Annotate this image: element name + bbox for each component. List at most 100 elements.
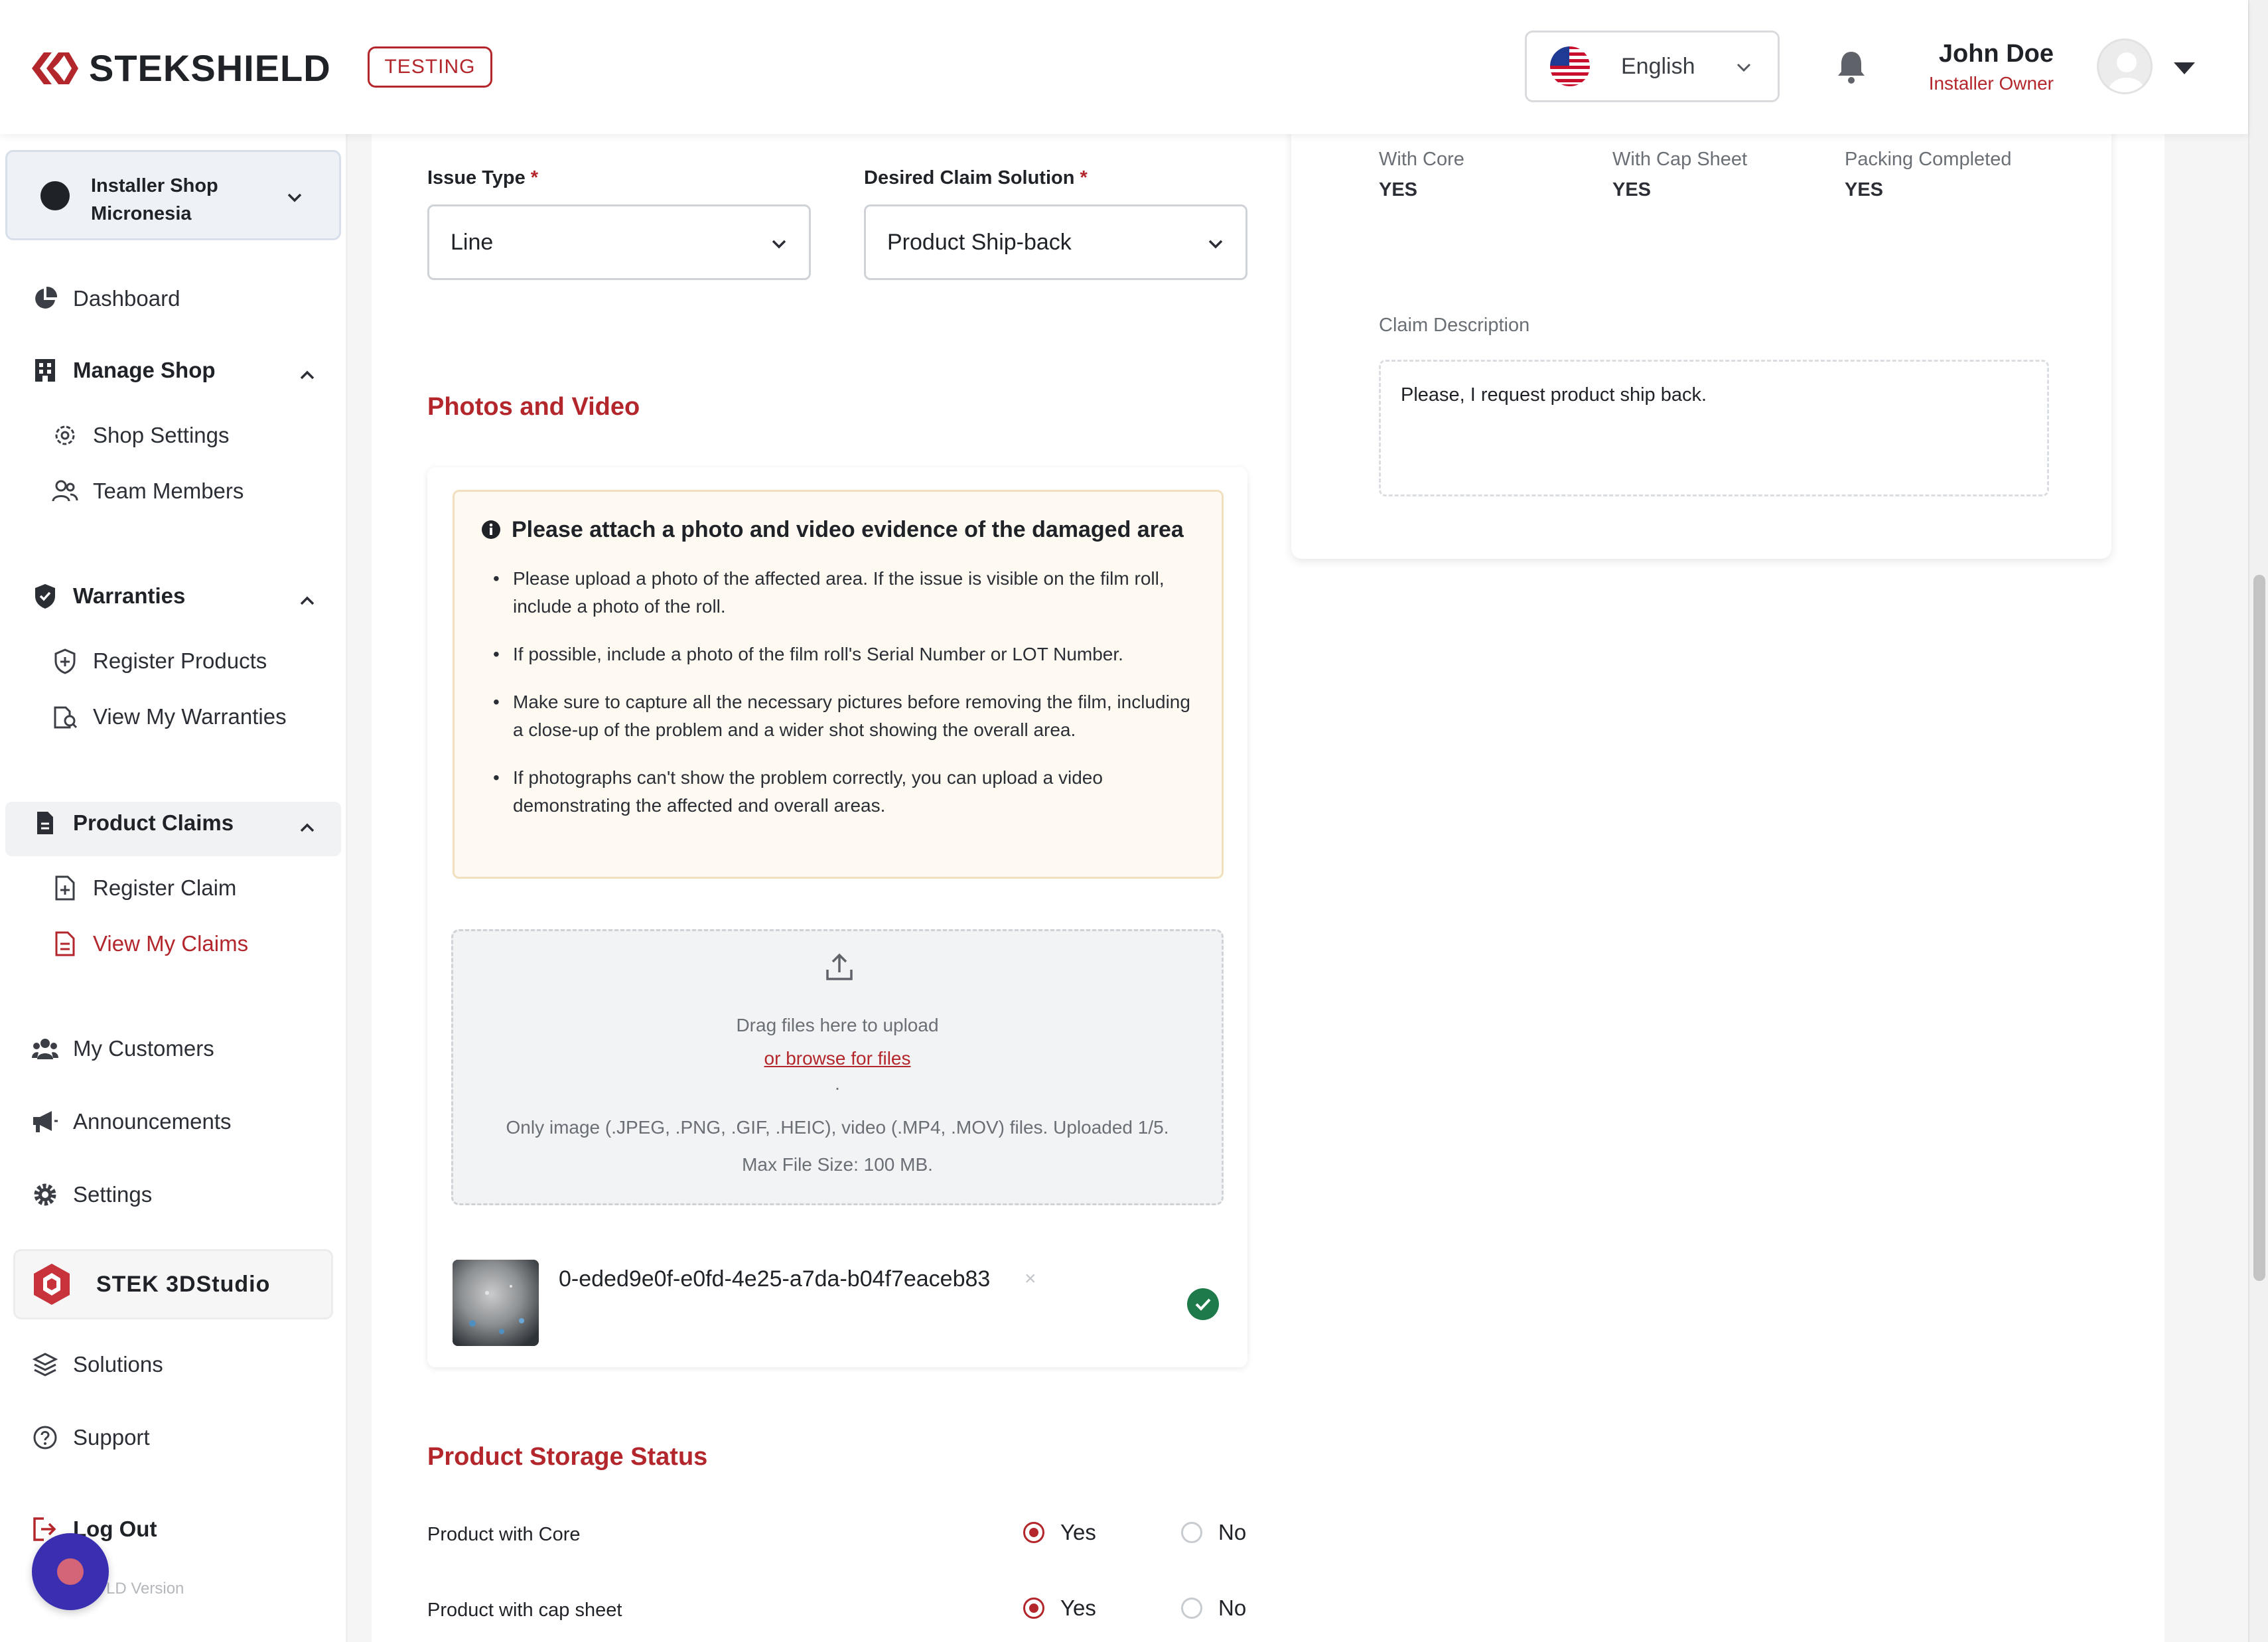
upload-success-icon: [1187, 1288, 1219, 1320]
language-selector[interactable]: English: [1525, 31, 1780, 102]
top-header: STEKSHIELD TESTING English John Doe Inst…: [0, 0, 2248, 134]
photo-upload-card: Please attach a photo and video evidence…: [427, 467, 1247, 1367]
sidebar-item-view-claims[interactable]: View My Claims: [50, 929, 248, 958]
sidebar-item-product-claims[interactable]: Product Claims: [31, 808, 234, 838]
thumbnail-image: [453, 1260, 539, 1346]
storage-section-title: Product Storage Status: [427, 1443, 708, 1471]
gear-icon: [31, 1180, 60, 1209]
stekshield-logo[interactable]: STEKSHIELD: [29, 46, 331, 90]
sidebar-item-manage-shop[interactable]: Manage Shop: [31, 356, 216, 385]
sidebar-item-label: View My Claims: [93, 931, 249, 956]
radio-selected: [1023, 1522, 1044, 1543]
shop-name: Installer Shop Micronesia: [91, 172, 218, 228]
chevron-up-icon[interactable]: [297, 591, 317, 611]
file-dropzone[interactable]: Drag files here to upload or browse for …: [451, 929, 1224, 1205]
sidebar-item-shop-settings[interactable]: Shop Settings: [50, 421, 229, 450]
sidebar-item-label: Solutions: [73, 1352, 163, 1377]
scrollbar-thumb[interactable]: [2253, 575, 2265, 1281]
packing-value: YES: [1845, 179, 1884, 200]
chevron-up-icon[interactable]: [297, 365, 317, 385]
sidebar-item-dashboard[interactable]: Dashboard: [31, 284, 180, 313]
gear-outline-icon: [50, 421, 80, 450]
document-lines-icon: [50, 929, 80, 958]
core-no-radio[interactable]: No: [1181, 1520, 1246, 1545]
photos-section-title: Photos and Video: [427, 393, 640, 421]
notification-bell-icon[interactable]: [1835, 49, 1867, 85]
shop-name-line2: Micronesia: [91, 203, 192, 224]
sidebar-item-view-warranties[interactable]: View My Warranties: [50, 702, 287, 731]
sidebar-item-warranties[interactable]: Warranties: [31, 581, 185, 611]
radio-unselected: [1181, 1522, 1202, 1543]
help-circle-icon: [31, 1423, 60, 1452]
building-icon: [31, 356, 60, 385]
users-outline-icon: [50, 477, 80, 506]
sidebar-item-my-customers[interactable]: My Customers: [31, 1034, 214, 1063]
stek-3d-logo-icon: [34, 1264, 70, 1305]
main-content: Issue Type * Line Desired Claim Solution *…: [372, 121, 2164, 1642]
page-scrollbar[interactable]: [2248, 0, 2268, 1642]
claim-description-box: Please, I request product ship back.: [1379, 360, 2049, 496]
chevron-up-icon[interactable]: [297, 818, 317, 838]
sidebar-item-announcements[interactable]: Announcements: [31, 1107, 232, 1136]
guideline-item: If photographs can't show the problem co…: [493, 764, 1203, 820]
user-avatar[interactable]: [2097, 38, 2153, 94]
pie-chart-icon: [31, 284, 60, 313]
sidebar-item-register-claim[interactable]: Register Claim: [50, 873, 236, 903]
users-group-icon: [31, 1034, 60, 1063]
claim-solution-label: Desired Claim Solution *: [864, 167, 1088, 189]
shop-logo: [40, 181, 70, 210]
layers-icon: [31, 1350, 60, 1379]
chat-widget-button[interactable]: [32, 1533, 109, 1610]
claim-solution-value: Product Ship-back: [887, 229, 1072, 255]
radio-unselected: [1181, 1598, 1202, 1619]
required-asterisk: *: [530, 167, 539, 188]
shop-name-line1: Installer Shop: [91, 175, 218, 196]
shield-check-icon: [31, 581, 60, 611]
core-question-label: Product with Core: [427, 1524, 581, 1545]
guideline-item: If possible, include a photo of the film…: [493, 640, 1203, 668]
sidebar-item-team-members[interactable]: Team Members: [50, 477, 244, 506]
version-text: LD Version: [106, 1580, 184, 1598]
core-yes-radio[interactable]: Yes: [1023, 1520, 1096, 1545]
guidelines-list: Please upload a photo of the affected ar…: [493, 565, 1203, 840]
sidebar-item-register-products[interactable]: Register Products: [50, 646, 267, 676]
user-role: Installer Owner: [1928, 73, 2054, 94]
sidebar-item-label: Product Claims: [73, 810, 234, 835]
file-thumbnail[interactable]: [453, 1260, 539, 1346]
stek-3dstudio-label: STEK 3DStudio: [96, 1271, 271, 1297]
user-menu-caret-icon[interactable]: [2172, 61, 2196, 76]
cap-sheet-no-radio[interactable]: No: [1181, 1596, 1246, 1621]
info-icon: [482, 520, 500, 539]
issue-type-select[interactable]: Line: [427, 204, 811, 280]
chevron-down-icon: [772, 240, 786, 249]
remove-file-button[interactable]: ×: [1025, 1268, 1036, 1290]
stek-3dstudio-link[interactable]: STEK 3DStudio: [13, 1249, 333, 1319]
shop-selector[interactable]: Installer Shop Micronesia: [5, 150, 341, 240]
environment-badge: TESTING: [368, 46, 492, 88]
upload-icon: [826, 953, 853, 980]
sidebar-item-label: Manage Shop: [73, 358, 216, 382]
brand-name: STEKSHIELD: [89, 47, 331, 89]
sidebar-item-support[interactable]: Support: [31, 1423, 150, 1452]
browse-files-link[interactable]: or browse for files: [764, 1048, 911, 1069]
guideline-item: Make sure to capture all the necessary p…: [493, 688, 1203, 744]
radio-label: No: [1218, 1520, 1247, 1544]
guidelines-title: Please attach a photo and video evidence…: [512, 517, 1184, 542]
sidebar-item-settings[interactable]: Settings: [31, 1180, 152, 1209]
chat-indicator: [57, 1558, 84, 1585]
cap-sheet-question-label: Product with cap sheet: [427, 1600, 622, 1621]
sidebar-item-label: Register Claim: [93, 875, 237, 900]
cap-sheet-label: With Cap Sheet: [1612, 149, 1748, 170]
radio-label: Yes: [1060, 1520, 1096, 1544]
avatar-placeholder-icon: [2108, 52, 2145, 92]
cap-sheet-yes-radio[interactable]: Yes: [1023, 1596, 1096, 1621]
claim-description-label: Claim Description: [1379, 315, 1530, 336]
chevron-down-icon: [1736, 63, 1751, 72]
sidebar-item-label: Shop Settings: [93, 423, 230, 447]
claim-solution-select[interactable]: Product Ship-back: [864, 204, 1247, 280]
user-name[interactable]: John Doe: [1939, 40, 2054, 68]
sidebar-item-label: Support: [73, 1425, 150, 1450]
sidebar-item-solutions[interactable]: Solutions: [31, 1350, 163, 1379]
sidebar-item-label: View My Warranties: [93, 704, 287, 729]
sidebar-item-label: Dashboard: [73, 286, 180, 311]
